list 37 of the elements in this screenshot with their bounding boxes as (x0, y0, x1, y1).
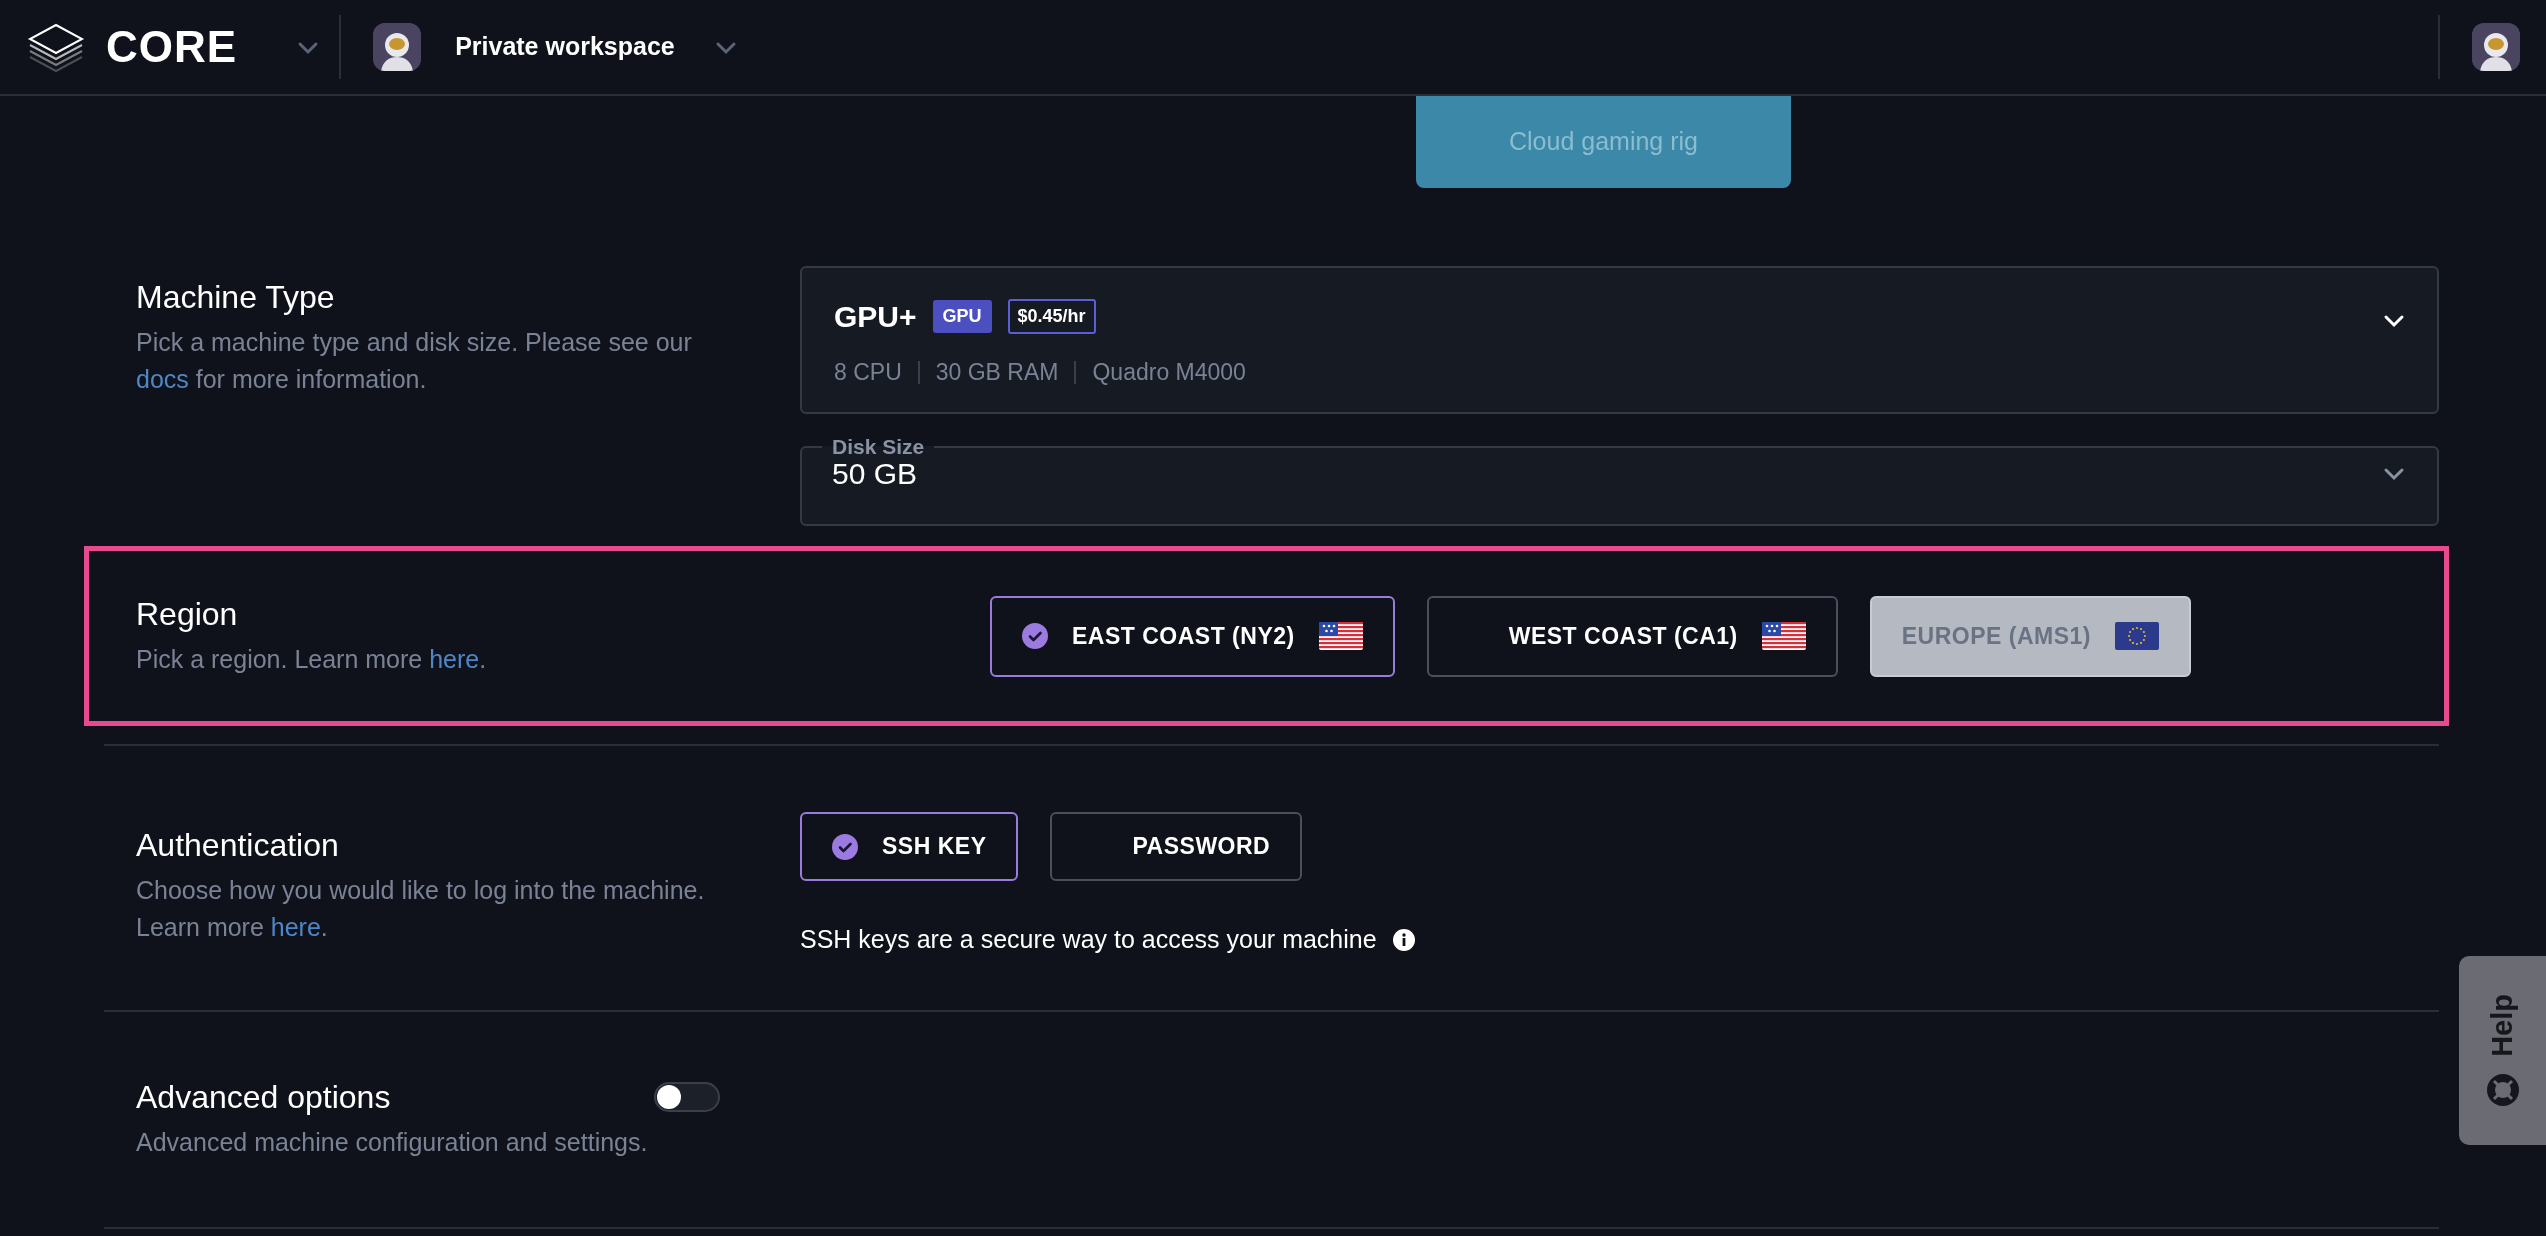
machine-spec: 8 CPU (834, 361, 903, 384)
lifebuoy-icon (2485, 1072, 2520, 1107)
chevron-down-icon[interactable] (2383, 313, 2405, 328)
region-option[interactable]: WEST COAST (CA1) (1426, 595, 1838, 677)
auth-note: SSH keys are a secure way to access your machine (800, 924, 1377, 955)
user-avatar-icon[interactable] (2472, 23, 2520, 71)
eu-flag-icon (2115, 622, 2159, 650)
section-description: Advanced machine configuration and settings. (136, 1127, 649, 1159)
machine-spec: 30 GB RAM (917, 361, 1075, 384)
chevron-down-icon[interactable] (2383, 466, 2405, 481)
us-flag-icon (1761, 622, 1806, 650)
check-circle-icon (832, 833, 858, 860)
region-option[interactable]: EAST COAST (NY2) (990, 595, 1395, 677)
section-description: Pick a region. Learn more here. (136, 644, 488, 676)
section-description: Pick a machine type and disk size. Please see our docs for more information. (136, 327, 693, 395)
learn-more-link[interactable]: here (270, 912, 321, 941)
section-title: Advanced options (136, 1078, 391, 1117)
check-circle-icon (1022, 623, 1048, 649)
section-title: Region (136, 594, 239, 634)
section-title: Authentication (136, 826, 340, 865)
price-badge: $0.45/hr (1007, 299, 1096, 334)
toggle-switch[interactable] (654, 1082, 720, 1113)
auth-option[interactable]: PASSWORD (1050, 812, 1303, 881)
logo-text: CORE (106, 21, 238, 73)
section-title: Machine Type (136, 278, 336, 317)
learn-more-link[interactable]: here (429, 645, 480, 674)
section-description: Choose how you would like to log into the machine. Learn more here. (136, 875, 706, 943)
info-icon[interactable] (1392, 928, 1415, 951)
workspace-name[interactable]: Private workspace (455, 28, 675, 66)
learn-more-link[interactable]: docs (136, 364, 189, 393)
avatar-icon[interactable] (373, 23, 422, 71)
us-flag-icon (1318, 622, 1363, 650)
machine-spec: Quadro M4000 (1074, 361, 1262, 384)
auth-option[interactable]: SSH KEY (800, 812, 1019, 881)
type-badge: GPU (932, 300, 992, 333)
machine-type-select[interactable]: GPU+ GPU $0.45/hr 8 CPU 30 GB RAM Quadro M4000 (800, 266, 2439, 414)
machine-name: GPU+ (834, 299, 917, 335)
